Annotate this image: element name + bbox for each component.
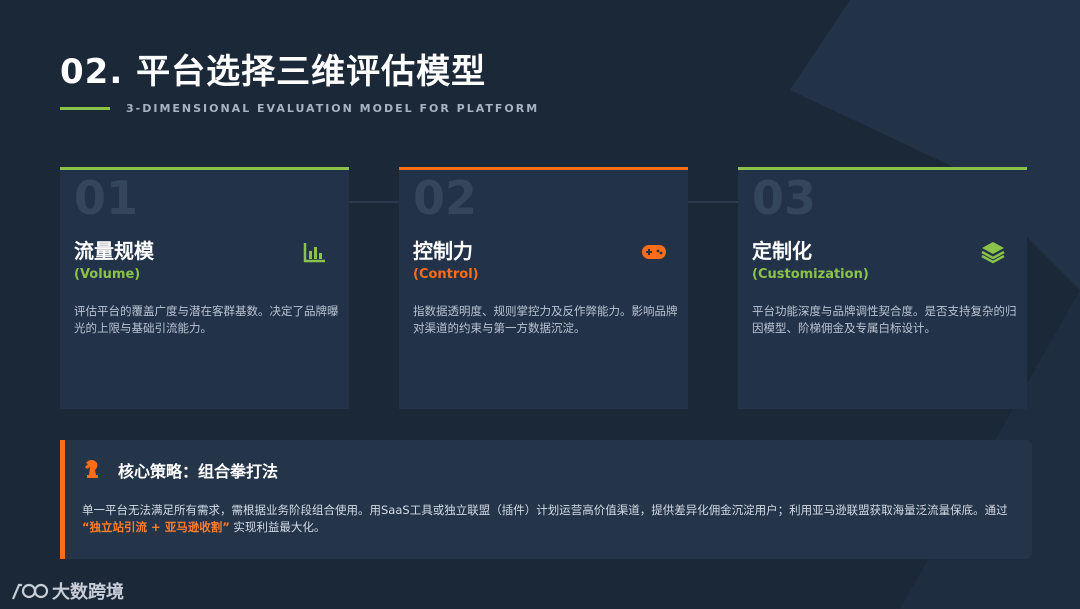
card-english-label: (Customization): [752, 267, 869, 282]
strategy-title: 核心策略：组合拳打法: [118, 462, 279, 481]
strategy-text: 单一平台无法满足所有需求，需根据业务阶段组合使用。用SaaS工具或独立联盟（插件…: [82, 502, 1012, 536]
gamepad-icon: [642, 245, 666, 259]
card-number: 03: [752, 171, 817, 225]
chess-knight-icon: [85, 459, 98, 478]
card-accent-bar: [399, 167, 688, 170]
card-description: 平台功能深度与品牌调性契合度。是否支持复杂的归因模型、阶梯佣金及专属白标设计。: [752, 304, 1017, 335]
strategy-panel: 核心策略：组合拳打法 单一平台无法满足所有需求，需根据业务阶段组合使用。用Saa…: [60, 440, 1032, 559]
card-title: 流量规模: [74, 239, 154, 263]
slide: 02. 平台选择三维评估模型 3-DIMENSIONAL EVALUATION …: [0, 0, 1080, 609]
strategy-text-part: 单一平台无法满足所有需求，需根据业务阶段组合使用。用SaaS工具或独立联盟（插件…: [82, 503, 1008, 517]
strategy-highlight: “独立站引流 + 亚马逊收割”: [82, 520, 230, 534]
card-number: 02: [413, 171, 478, 225]
strategy-accent-bar: [60, 440, 65, 559]
card-english-label: (Control): [413, 267, 479, 282]
card-accent-bar: [738, 167, 1027, 170]
brand-name: 大数跨境: [52, 582, 124, 603]
layers-icon: [981, 242, 1005, 264]
bar-chart-icon: [303, 243, 325, 263]
card-english-label: (Volume): [74, 267, 141, 282]
card-customization: 03 定制化 (Customization) 平台功能深度与品牌调性契合度。是否…: [738, 167, 1027, 409]
card-number: 01: [74, 171, 139, 225]
brand-logo: 大数跨境: [10, 578, 124, 604]
card-connector: [688, 201, 738, 203]
page-subtitle: 3-DIMENSIONAL EVALUATION MODEL FOR PLATF…: [126, 102, 540, 115]
card-description: 指数据透明度、规则掌控力及反作弊能力。影响品牌对渠道的约束与第一方数据沉淀。: [413, 304, 678, 335]
card-accent-bar: [60, 167, 349, 170]
page-title: 02. 平台选择三维评估模型: [60, 52, 487, 92]
card-control: 02 控制力 (Control) 指数据透明度、规则掌控力及反作弊能力。影响品牌…: [399, 167, 688, 409]
card-title: 控制力: [413, 239, 473, 263]
strategy-text-part: 实现利益最大化。: [229, 520, 326, 534]
card-volume: 01 流量规模 (Volume) 评估平台的覆盖广度与潜在客群基数。决定了品牌曝…: [60, 167, 349, 409]
card-connector: [349, 201, 399, 203]
title-underline: [60, 107, 110, 110]
brand-logo-icon: [11, 583, 49, 600]
card-title: 定制化: [752, 239, 812, 263]
card-description: 评估平台的覆盖广度与潜在客群基数。决定了品牌曝光的上限与基础引流能力。: [74, 304, 339, 335]
